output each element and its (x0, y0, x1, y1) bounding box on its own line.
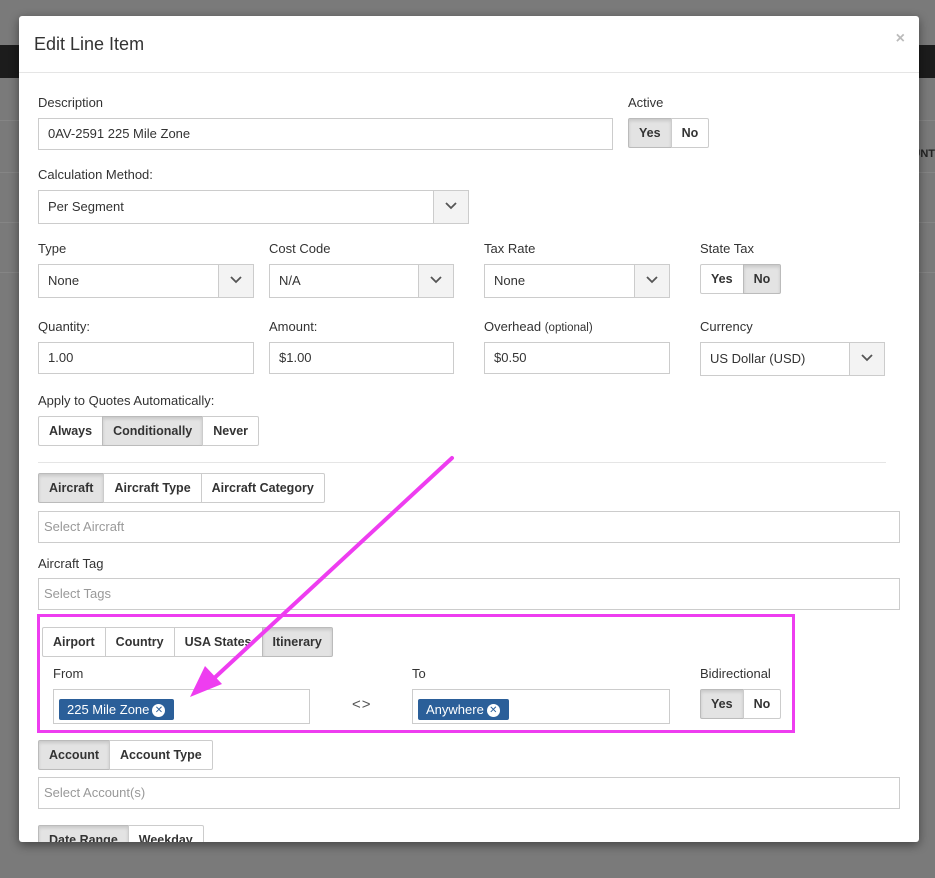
edit-line-item-modal: Edit Line Item × Description 0AV-2591 22… (19, 16, 919, 842)
overhead-optional-note: (optional) (544, 322, 593, 334)
close-icon[interactable]: × (896, 30, 905, 48)
modal-header: Edit Line Item × (19, 16, 919, 73)
apply-always-button[interactable]: Always (38, 416, 104, 446)
state-tax-yes-button[interactable]: Yes (700, 264, 744, 294)
type-label: Type (38, 241, 67, 256)
tab-aircraft[interactable]: Aircraft (38, 473, 105, 503)
tab-weekday[interactable]: Weekday (127, 825, 204, 842)
aircraft-filter-tabs: Aircraft Aircraft Type Aircraft Category (38, 473, 325, 503)
chevron-down-icon (433, 191, 468, 223)
description-input[interactable]: 0AV-2591 225 Mile Zone (38, 118, 613, 150)
aircraft-tag-label: Aircraft Tag (38, 556, 104, 571)
active-no-button[interactable]: No (670, 118, 710, 148)
overhead-label: Overhead (optional) (484, 319, 593, 334)
calculation-method-value: Per Segment (48, 199, 124, 214)
quantity-input[interactable]: 1.00 (38, 342, 254, 374)
type-value: None (48, 273, 80, 288)
type-select[interactable]: None (38, 264, 254, 298)
tax-rate-label: Tax Rate (484, 241, 536, 256)
active-toggle: Yes No (628, 118, 710, 148)
active-label: Active (628, 95, 664, 110)
active-yes-button[interactable]: Yes (628, 118, 672, 148)
currency-label: Currency (700, 319, 753, 334)
overhead-label-text: Overhead (484, 319, 542, 334)
calculation-method-label: Calculation Method: (38, 167, 153, 182)
chevron-down-icon (218, 265, 253, 297)
cost-code-value: N/A (279, 273, 301, 288)
apply-never-button[interactable]: Never (202, 416, 260, 446)
modal-title: Edit Line Item (34, 34, 145, 54)
apply-quotes-toggle: Always Conditionally Never (38, 416, 260, 446)
currency-value: US Dollar (USD) (710, 351, 806, 366)
overhead-input[interactable]: $0.50 (484, 342, 670, 374)
amount-input[interactable]: $1.00 (269, 342, 454, 374)
tab-account-type[interactable]: Account Type (109, 740, 213, 770)
currency-select[interactable]: US Dollar (USD) (700, 342, 885, 376)
quantity-label: Quantity: (38, 319, 91, 334)
state-tax-no-button[interactable]: No (742, 264, 782, 294)
description-label: Description (38, 95, 104, 110)
chevron-down-icon (634, 265, 669, 297)
tax-rate-value: None (494, 273, 526, 288)
state-tax-toggle: Yes No (700, 264, 782, 294)
tab-date-range[interactable]: Date Range (38, 825, 129, 842)
tab-aircraft-type[interactable]: Aircraft Type (103, 473, 202, 503)
tab-aircraft-category[interactable]: Aircraft Category (200, 473, 325, 503)
apply-conditionally-button[interactable]: Conditionally (102, 416, 204, 446)
tax-rate-select[interactable]: None (484, 264, 670, 298)
amount-label: Amount: (269, 319, 318, 334)
calculation-method-select[interactable]: Per Segment (38, 190, 469, 224)
select-tags-input[interactable]: Select Tags (38, 578, 900, 610)
cost-code-select[interactable]: N/A (269, 264, 454, 298)
account-filter-tabs: Account Account Type (38, 740, 213, 770)
select-aircraft-input[interactable]: Select Aircraft (38, 511, 900, 543)
state-tax-label: State Tax (700, 241, 754, 256)
apply-quotes-label: Apply to Quotes Automatically: (38, 393, 215, 408)
cost-code-label: Cost Code (269, 241, 331, 256)
section-divider (38, 462, 886, 463)
annotation-highlight-box (37, 614, 795, 733)
tab-account[interactable]: Account (38, 740, 110, 770)
date-filter-tabs: Date Range Weekday (38, 825, 204, 842)
chevron-down-icon (418, 265, 453, 297)
select-accounts-input[interactable]: Select Account(s) (38, 777, 900, 809)
chevron-down-icon (849, 343, 884, 375)
